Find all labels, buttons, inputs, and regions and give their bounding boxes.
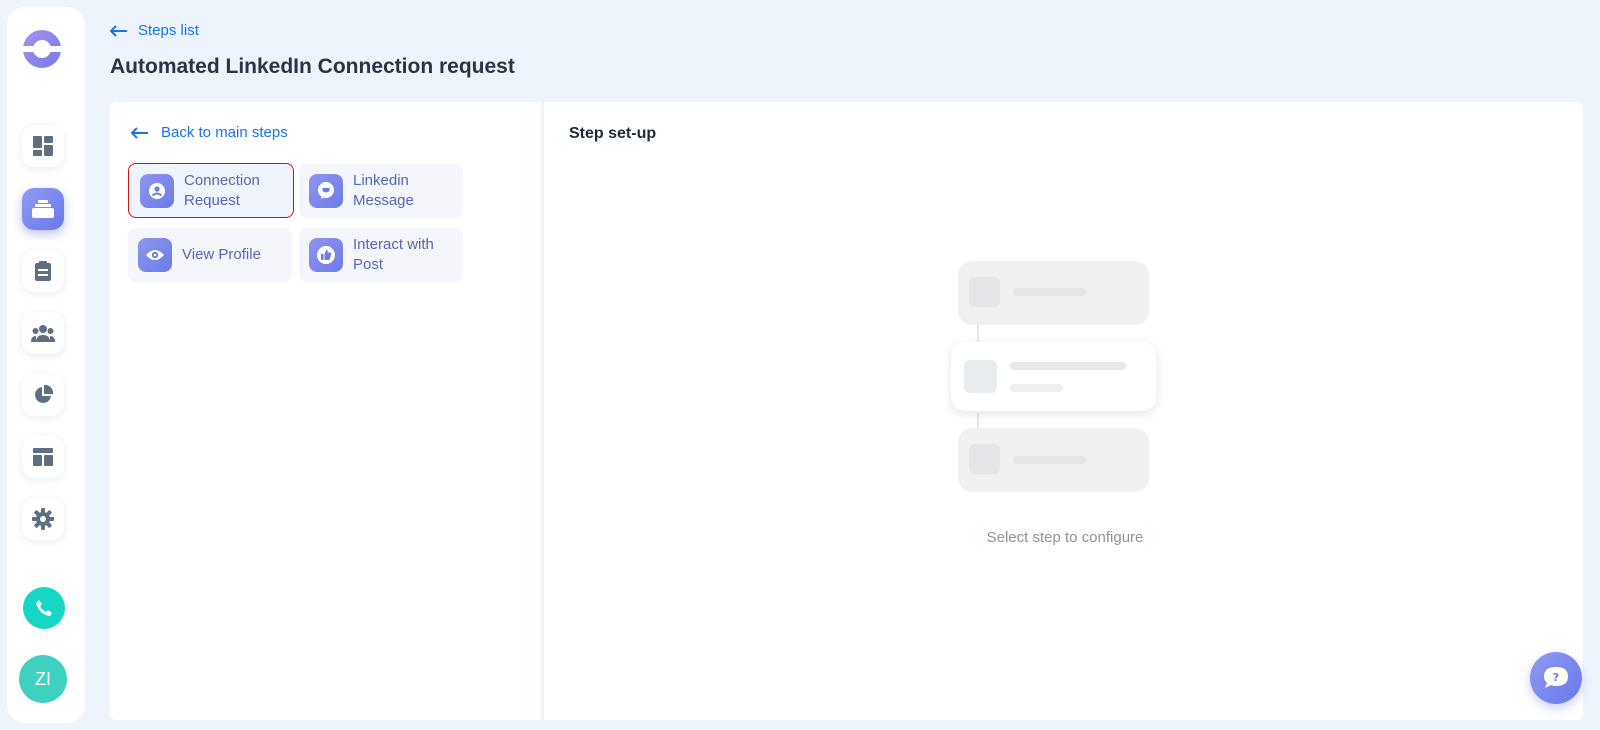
arrow-left-icon [131,126,148,139]
help-chat-icon: ? [1544,667,1568,688]
sidebar-item-contacts[interactable] [22,312,64,354]
sidebar-item-tasks[interactable] [22,250,64,292]
arrow-left-icon [110,24,127,37]
empty-state-illustration [951,261,1156,492]
page-title: Automated LinkedIn Connection request [110,55,515,78]
message-icon [309,174,343,208]
step-label: Linkedin Message [353,172,414,209]
sidebar-item-templates[interactable] [22,436,64,478]
steps-list-link[interactable]: Steps list [110,22,199,39]
clipboard-icon [35,261,51,281]
step-linkedin-message[interactable]: Linkedin Message [299,164,463,218]
svg-text:?: ? [1553,671,1559,684]
sidebar-item-campaigns[interactable] [22,188,64,230]
sidebar-item-dashboard[interactable] [22,125,64,167]
eye-icon [138,238,172,272]
back-to-main-steps-link[interactable]: Back to main steps [131,124,288,141]
step-label: Connection Request [184,171,260,209]
phone-icon [36,600,52,616]
pie-chart-icon [35,385,53,403]
step-interact-with-post[interactable]: Interact with Post [299,228,463,282]
back-to-main-steps-label: Back to main steps [161,124,288,141]
step-label: View Profile [182,246,261,263]
step-setup-title: Step set-up [569,125,657,142]
person-icon [140,173,174,208]
steps-panel: Back to main steps Connection Request Li… [110,102,544,720]
campaigns-icon [32,200,54,218]
gear-icon [32,508,54,530]
sidebar-item-reports[interactable] [22,374,64,416]
sidebar: ZI [7,7,85,723]
sidebar-item-settings[interactable] [22,498,64,540]
dashboard-icon [33,136,53,156]
thumbs-up-icon [309,238,343,272]
app-logo[interactable] [22,29,62,69]
step-setup-panel: Step set-up Select step to configure [547,102,1583,720]
step-label: Interact with Post [353,236,434,273]
avatar[interactable]: ZI [19,655,67,703]
steps-list-label: Steps list [138,22,199,39]
help-chat-button[interactable]: ? [1530,652,1582,704]
layout-icon [33,448,53,466]
call-button[interactable] [23,587,65,629]
main-card: Back to main steps Connection Request Li… [110,102,1583,720]
step-connection-request[interactable]: Connection Request [128,163,294,218]
people-icon [31,325,55,342]
empty-state-text: Select step to configure [986,529,1144,546]
step-view-profile[interactable]: View Profile [128,228,292,282]
